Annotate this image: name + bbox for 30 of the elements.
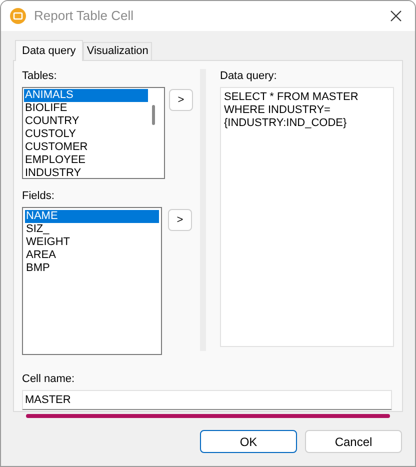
list-item[interactable]: BMP: [25, 262, 159, 275]
dialog-button[interactable]: OK: [200, 430, 297, 453]
tab[interactable]: Data query: [15, 40, 83, 61]
list-item[interactable]: SIZ_: [25, 223, 159, 236]
add-table-button[interactable]: >: [169, 89, 193, 111]
dialog-button[interactable]: Cancel: [305, 430, 402, 453]
list-item[interactable]: WEIGHT: [25, 236, 159, 249]
tables-list[interactable]: ANIMALS BIOLIFE COUNTRY CUSTOLY CUSTOMER EMPLOYEE INDUSTRY: [22, 87, 165, 179]
app-icon: [10, 8, 26, 24]
window-title: Report Table Cell: [34, 7, 134, 26]
cell-name-field[interactable]: MASTER: [22, 390, 392, 410]
close-icon[interactable]: [390, 10, 402, 22]
fields-label: Fields:: [22, 189, 56, 203]
data-query-label: Data query:: [220, 69, 278, 83]
list-item[interactable]: EMPLOYEE: [24, 154, 148, 167]
list-item[interactable]: COUNTRY: [24, 115, 148, 128]
fields-list[interactable]: NAME SIZ_ WEIGHT AREA BMP: [22, 207, 162, 355]
list-item[interactable]: ANIMALS: [24, 89, 148, 102]
tables-label: Tables:: [22, 69, 58, 83]
list-item[interactable]: CUSTOLY: [24, 128, 148, 141]
list-item[interactable]: INDUSTRY: [24, 167, 148, 178]
scrollbar-thumb[interactable]: [152, 105, 155, 125]
cell-name-label: Cell name:: [22, 372, 76, 386]
data-query-field[interactable]: SELECT * FROM MASTER WHERE INDUSTRY= {INDUSTRY:IND_CODE}: [220, 87, 394, 347]
list-item[interactable]: AREA: [25, 249, 159, 262]
list-item[interactable]: CUSTOMER: [24, 141, 148, 154]
list-item[interactable]: BIOLIFE: [24, 102, 148, 115]
tab[interactable]: Visualization: [82, 42, 152, 60]
list-item[interactable]: NAME: [25, 210, 159, 223]
add-field-button[interactable]: >: [168, 209, 192, 231]
